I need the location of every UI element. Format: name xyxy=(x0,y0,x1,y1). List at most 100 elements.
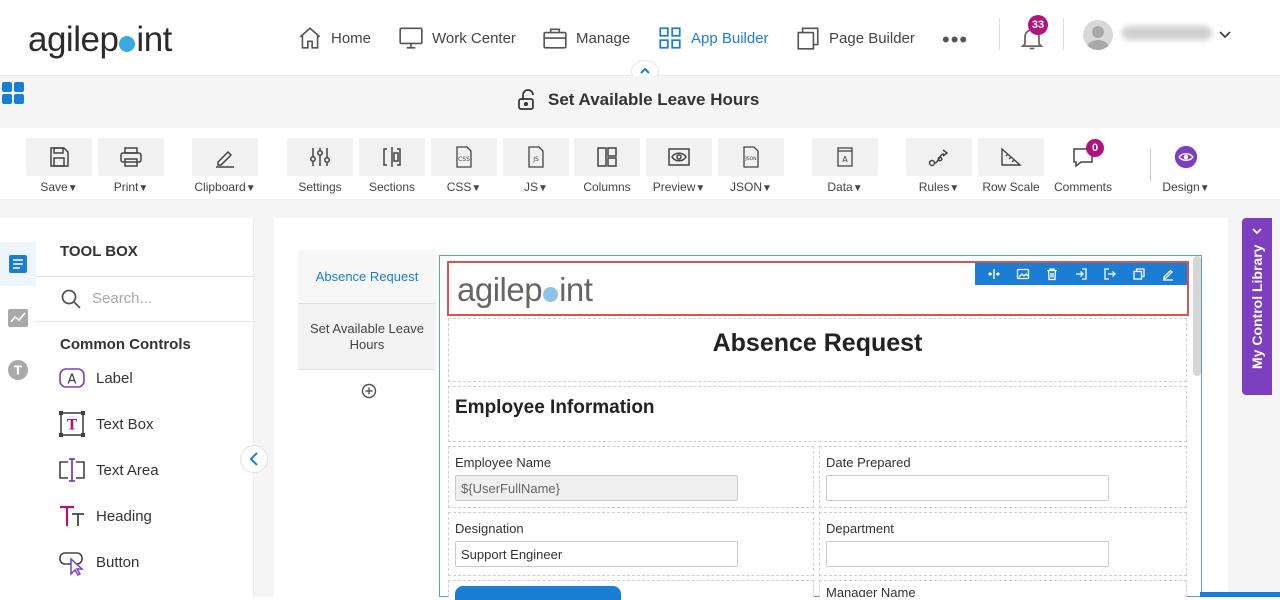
form-toolbar: Save▼ Print▼ Clipboard▼ Settings Section… xyxy=(0,128,1280,200)
data-button[interactable]: A Data▼ xyxy=(812,138,878,196)
settings-button[interactable]: Settings xyxy=(287,138,353,196)
toolbox-title: TOOL BOX xyxy=(60,243,138,260)
grid-icon xyxy=(659,27,681,49)
bottom-status-strip xyxy=(1200,592,1280,597)
user-silhouette-icon xyxy=(1086,26,1110,50)
comments-button[interactable]: Comments xyxy=(1050,138,1116,196)
toolbox-item-label[interactable]: A Label xyxy=(58,364,133,392)
rail-theme-button[interactable]: T xyxy=(0,348,36,392)
copy-pages-icon xyxy=(797,27,819,50)
nav-page-builder[interactable]: Page Builder xyxy=(795,24,915,52)
js-icon-text: JS xyxy=(532,156,539,163)
agilepoint-logo[interactable]: agilep int xyxy=(28,20,172,60)
textbox-icon-text: T xyxy=(67,418,78,434)
form-heading: Absence Request xyxy=(712,329,923,357)
manager-name-label-partial: Manager Name xyxy=(826,585,916,597)
data-label: Data xyxy=(827,180,853,194)
toolbox-panel: TOOL BOX Common Controls A Label T Text … xyxy=(36,218,254,597)
department-field[interactable] xyxy=(826,541,1109,567)
nav-manage[interactable]: Manage xyxy=(542,24,630,52)
employee-name-cell[interactable]: Employee Name xyxy=(448,446,814,508)
form-action-button-partial[interactable] xyxy=(455,586,621,600)
comments-count-badge: 0 xyxy=(1086,139,1104,157)
page-tab-absence-request[interactable]: Absence Request xyxy=(298,250,436,304)
image-icon[interactable] xyxy=(1016,267,1030,281)
nav-app-builder[interactable]: App Builder xyxy=(657,24,769,52)
list-icon xyxy=(9,255,27,273)
move-in-icon[interactable] xyxy=(1074,267,1088,281)
department-cell[interactable]: Department xyxy=(819,512,1187,576)
resize-icon[interactable] xyxy=(987,267,1001,281)
duplicate-icon[interactable] xyxy=(1132,267,1146,281)
designation-field[interactable] xyxy=(455,541,738,567)
chevron-down-icon[interactable] xyxy=(1218,27,1232,41)
unlock-icon[interactable] xyxy=(516,88,540,112)
avatar[interactable] xyxy=(1083,20,1113,50)
form-title-cell[interactable]: Absence Request xyxy=(448,318,1187,382)
nav-home[interactable]: Home xyxy=(297,24,371,52)
edit-icon[interactable] xyxy=(1161,267,1175,281)
js-file-icon: JS xyxy=(528,146,544,168)
save-button[interactable]: Save▼ xyxy=(26,138,92,196)
js-button[interactable]: JS JS▼ xyxy=(503,138,569,196)
date-prepared-field[interactable] xyxy=(826,475,1109,501)
add-page-icon[interactable] xyxy=(361,383,377,399)
apps-grid-icon[interactable] xyxy=(2,82,24,104)
sections-button[interactable]: Sections xyxy=(359,138,425,196)
textarea-icon xyxy=(59,458,85,482)
rules-label: Rules xyxy=(918,180,950,194)
form-scrollbar[interactable] xyxy=(1193,256,1201,376)
rules-button[interactable]: Rules▼ xyxy=(906,138,972,196)
employee-name-field[interactable] xyxy=(455,475,738,501)
nav-divider xyxy=(999,18,1000,50)
date-prepared-label: Date Prepared xyxy=(826,455,911,470)
eye-design-icon xyxy=(1174,145,1198,169)
my-control-library-label[interactable]: My Control Library xyxy=(1245,225,1269,390)
sections-label: Sections xyxy=(368,180,416,194)
row-scale-button[interactable]: Row Scale xyxy=(978,138,1044,196)
label-icon: A xyxy=(59,368,85,388)
label-icon-text: A xyxy=(68,373,77,388)
toolbox-item-text-box[interactable]: T Text Box xyxy=(58,410,154,438)
design-button[interactable]: Design▼ xyxy=(1153,138,1219,196)
nav-manage-label: Manage xyxy=(576,29,631,47)
save-label: Save xyxy=(40,180,68,194)
css-file-icon: CSS xyxy=(456,146,472,168)
trash-icon[interactable] xyxy=(1045,267,1059,281)
nav-work-center[interactable]: Work Center xyxy=(398,24,516,52)
css-button[interactable]: CSS CSS▼ xyxy=(431,138,497,196)
toolbox-item-button[interactable]: Button xyxy=(58,548,139,576)
date-prepared-cell[interactable]: Date Prepared xyxy=(819,446,1187,508)
rules-icon xyxy=(928,149,949,167)
more-menu-button[interactable]: ••• xyxy=(942,27,968,53)
page-tab-set-available-leave-hours[interactable]: Set Available Leave Hours xyxy=(298,304,436,370)
section-heading-cell[interactable]: Employee Information xyxy=(448,386,1187,442)
monitor-icon xyxy=(399,27,423,49)
preview-button[interactable]: Preview▼ xyxy=(646,138,712,196)
logo-dot xyxy=(119,36,136,52)
clipboard-button[interactable]: Clipboard▼ xyxy=(192,138,258,196)
nav-app-builder-label: App Builder xyxy=(691,29,769,47)
designation-cell[interactable]: Designation xyxy=(448,512,814,576)
section-heading: Employee Information xyxy=(455,397,655,418)
print-button[interactable]: Print▼ xyxy=(98,138,164,196)
toolbox-item-text-area[interactable]: Text Area xyxy=(58,456,159,484)
toolbar-divider xyxy=(1150,148,1151,182)
rail-analytics-button[interactable] xyxy=(0,296,36,340)
columns-button[interactable]: Columns xyxy=(574,138,640,196)
toolbox-group-title: Common Controls xyxy=(60,336,191,353)
search-icon xyxy=(61,289,81,309)
textbox-icon: T xyxy=(59,411,85,437)
css-icon-text: CSS xyxy=(458,156,470,163)
toolbox-item-text-box-text: Text Box xyxy=(96,415,154,433)
toolbox-search-input[interactable] xyxy=(92,290,242,307)
json-icon-text: JSON xyxy=(744,156,756,162)
toolbox-item-heading[interactable]: Heading xyxy=(58,502,152,530)
department-label: Department xyxy=(826,521,894,536)
rail-toolbox-button[interactable] xyxy=(0,242,36,286)
json-button[interactable]: JSON JSON▼ xyxy=(718,138,784,196)
move-out-icon[interactable] xyxy=(1103,267,1117,281)
heading-icon xyxy=(60,505,84,526)
columns-label: Columns xyxy=(583,180,631,194)
collapse-toolbox-button[interactable] xyxy=(240,445,268,473)
